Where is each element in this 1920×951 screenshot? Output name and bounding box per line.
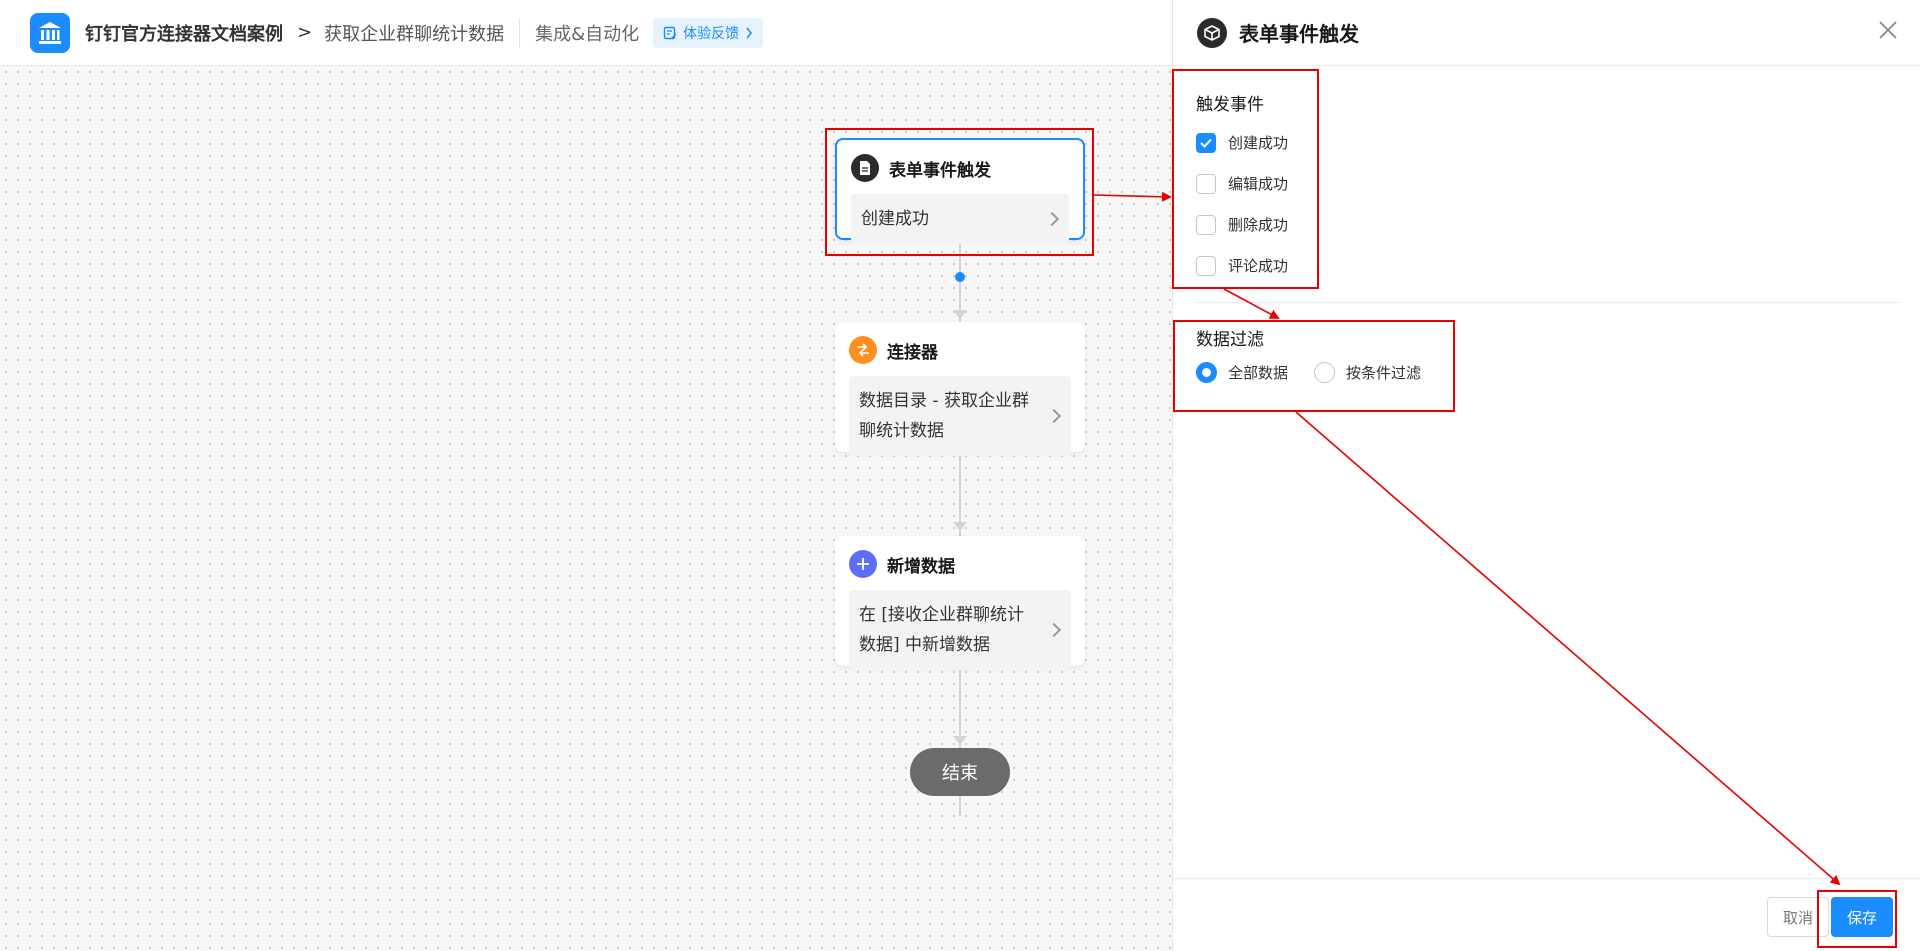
node-summary[interactable]: 在 [接收企业群聊统计数据] 中新增数据 xyxy=(849,590,1071,670)
radio-unselected[interactable] xyxy=(1314,362,1336,383)
checkbox-commented[interactable]: 评论成功 xyxy=(1196,255,1288,276)
radio-conditional-filter[interactable]: 按条件过滤 xyxy=(1314,362,1421,383)
cancel-button[interactable]: 取消 xyxy=(1767,897,1829,937)
cube-icon xyxy=(1197,17,1227,48)
checkbox-checked[interactable] xyxy=(1196,132,1216,153)
connector-icon xyxy=(849,336,877,364)
flow-end-node[interactable]: 结束 xyxy=(910,748,1010,796)
checkbox-edited[interactable]: 编辑成功 xyxy=(1196,173,1288,194)
flow-node-add-data[interactable]: 新增数据 在 [接收企业群聊统计数据] 中新增数据 xyxy=(835,536,1085,670)
flow-arrow xyxy=(953,522,967,531)
node-summary-text: 数据目录 - 获取企业群聊统计数据 xyxy=(859,391,1029,441)
data-filter-title: 数据过滤 xyxy=(1196,330,1264,350)
flow-canvas[interactable]: 表单事件触发 创建成功 连接器 数据目录 - 获取企业群聊统计数据 新增数据 在 xyxy=(0,66,1172,951)
plus-icon xyxy=(849,550,877,578)
flow-arrow xyxy=(953,736,967,745)
checkbox-created[interactable]: 创建成功 xyxy=(1196,132,1288,153)
node-summary-text: 在 [接收企业群聊统计数据] 中新增数据 xyxy=(859,605,1025,655)
feedback-icon xyxy=(663,26,677,39)
panel-title: 表单事件触发 xyxy=(1239,22,1359,46)
form-doc-icon xyxy=(851,154,879,182)
node-config-panel: 表单事件触发 触发事件 创建成功 编辑成功 删除成功 评论成功 数据过滤 全部数… xyxy=(1172,0,1920,951)
filter-radio-group: 全部数据 按条件过滤 xyxy=(1196,362,1421,383)
header-divider xyxy=(519,17,521,48)
flow-node-connector[interactable]: 连接器 数据目录 - 获取企业群聊统计数据 xyxy=(835,322,1085,456)
chevron-right-icon xyxy=(1044,211,1060,227)
app-name-link[interactable]: 钉钉官方连接器文档案例 xyxy=(85,20,283,46)
breadcrumb-separator: > xyxy=(297,22,313,43)
checkbox-label: 评论成功 xyxy=(1228,257,1289,275)
section-divider xyxy=(1196,302,1900,303)
flow-add-point[interactable] xyxy=(955,272,965,282)
checkbox-label: 编辑成功 xyxy=(1228,175,1289,193)
chevron-right-icon xyxy=(1046,408,1062,424)
checkbox-unchecked[interactable] xyxy=(1196,214,1216,235)
check-icon xyxy=(1200,138,1212,148)
node-summary[interactable]: 数据目录 - 获取企业群聊统计数据 xyxy=(849,376,1071,456)
module-label[interactable]: 集成&自动化 xyxy=(535,20,639,46)
chevron-right-icon xyxy=(746,27,753,38)
trigger-events-title: 触发事件 xyxy=(1196,95,1264,115)
chevron-right-icon xyxy=(1046,622,1062,638)
feedback-label: 体验反馈 xyxy=(683,25,740,42)
node-title: 新增数据 xyxy=(887,556,955,577)
close-icon[interactable] xyxy=(1876,18,1900,42)
node-title: 连接器 xyxy=(887,342,938,363)
save-button[interactable]: 保存 xyxy=(1831,897,1893,937)
radio-label: 全部数据 xyxy=(1228,364,1289,382)
radio-label: 按条件过滤 xyxy=(1346,364,1422,382)
checkbox-unchecked[interactable] xyxy=(1196,255,1216,276)
checkbox-deleted[interactable]: 删除成功 xyxy=(1196,214,1288,235)
node-title: 表单事件触发 xyxy=(889,160,991,181)
radio-selected[interactable] xyxy=(1196,362,1217,383)
feedback-button[interactable]: 体验反馈 xyxy=(653,17,764,48)
node-summary-text: 创建成功 xyxy=(861,209,929,229)
checkbox-label: 删除成功 xyxy=(1228,216,1289,234)
checkbox-unchecked[interactable] xyxy=(1196,173,1216,194)
radio-all-data[interactable]: 全部数据 xyxy=(1196,362,1288,383)
app-logo-icon[interactable] xyxy=(30,12,70,53)
flow-arrow xyxy=(953,310,967,319)
node-summary[interactable]: 创建成功 xyxy=(851,194,1069,244)
flow-node-form-trigger[interactable]: 表单事件触发 创建成功 xyxy=(835,138,1085,244)
checkbox-label: 创建成功 xyxy=(1228,134,1289,152)
panel-footer: 取消 保存 xyxy=(1173,878,1920,951)
breadcrumb-page[interactable]: 获取企业群聊统计数据 xyxy=(324,20,504,46)
